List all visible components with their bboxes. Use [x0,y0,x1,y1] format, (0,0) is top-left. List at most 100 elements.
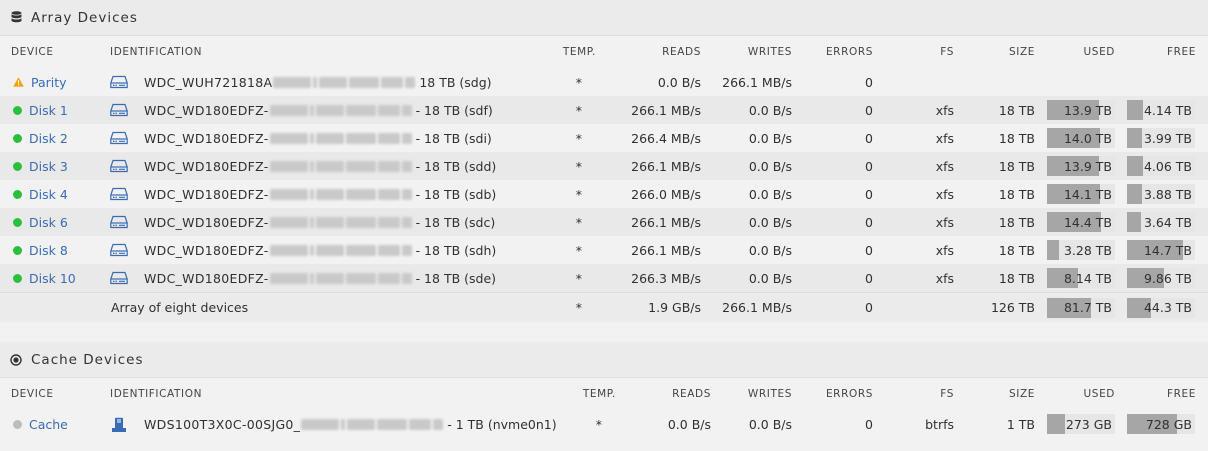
free-cell: 728 GB [1127,410,1195,438]
device-link[interactable]: Parity [31,75,67,90]
device-model: WDC_WD180EDFZ- [144,158,269,174]
fs-cell: xfs [935,158,954,174]
device-size-id: 18 TB (sdg) [419,74,492,90]
redacted-serial [315,160,344,172]
free-value: 4.14 TB [1143,102,1192,118]
used-bar-fill [1047,414,1066,434]
warning-icon [13,77,24,87]
status-dot-icon [13,161,22,171]
device-link[interactable]: Disk 4 [29,187,68,202]
col-reads[interactable]: READS [672,378,711,410]
temp-cell: * [575,214,582,230]
device-link[interactable]: Cache [29,417,68,432]
free-bar-fill [1127,156,1143,176]
device-cell: Disk 8 [13,236,68,264]
col-errors[interactable]: ERRORS [826,36,873,68]
col-temp[interactable]: TEMP. [563,36,596,68]
device-link[interactable]: Disk 2 [29,131,68,146]
total-temp: * [575,300,582,315]
col-device[interactable]: DEVICE [11,378,54,410]
free-value: 4.06 TB [1143,158,1192,174]
device-size-id: - 18 TB (sdi) [415,130,492,146]
hard-drive-icon[interactable] [110,271,128,285]
device-link[interactable]: Disk 10 [29,271,76,286]
redacted-serial [269,188,308,200]
redacted-serial [273,76,312,88]
col-free[interactable]: FREE [1167,378,1196,410]
col-identification[interactable]: IDENTIFICATION [110,378,202,410]
device-size-id: - 18 TB (sdb) [415,186,497,202]
redacted-serial [345,188,376,200]
device-link[interactable]: Disk 6 [29,215,68,230]
redacted-serial [345,160,376,172]
device-link[interactable]: Disk 3 [29,159,68,174]
col-used[interactable]: USED [1084,378,1115,410]
device-model: WDC_WD180EDFZ- [144,214,269,230]
status-dot-icon [13,273,22,283]
total-errors: 0 [865,300,873,315]
temp-cell: * [575,130,582,146]
col-errors[interactable]: ERRORS [826,378,873,410]
identification-cell: WDC_WD180EDFZ- - 18 TB (sde) [110,264,496,292]
free-value: 728 GB [1145,416,1192,432]
hard-drive-icon[interactable] [110,75,128,89]
device-model: WDC_WD180EDFZ- [144,102,269,118]
array-devices-title: Array Devices [0,0,1208,36]
redacted-serial [301,418,340,430]
col-size[interactable]: SIZE [1009,36,1035,68]
device-size-id: - 18 TB (sdc) [415,214,496,230]
reads-cell: 0.0 B/s [657,74,701,90]
device-size-id: - 18 TB (sdf) [415,102,493,118]
col-free[interactable]: FREE [1167,36,1196,68]
used-value: 14.4 TB [1063,214,1112,230]
hard-drive-icon[interactable] [110,187,128,201]
col-size[interactable]: SIZE [1009,378,1035,410]
hard-drive-icon[interactable] [110,159,128,173]
redacted-serial [309,244,314,256]
redacted-serial [381,76,404,88]
used-cell: 13.9 TB [1047,152,1115,180]
size-cell: 18 TB [998,186,1035,202]
status-dot-icon [13,105,22,115]
used-value: 13.9 TB [1063,158,1112,174]
redacted-serial [315,104,344,116]
reads-cell: 266.0 MB/s [631,186,701,202]
size-cell: 18 TB [998,158,1035,174]
hard-drive-icon[interactable] [110,103,128,117]
col-fs[interactable]: FS [940,378,954,410]
cache-header-row: DEVICE IDENTIFICATION TEMP. READS WRITES… [0,378,1208,410]
redacted-serial [269,160,308,172]
col-device[interactable]: DEVICE [11,36,54,68]
free-value: 3.64 TB [1143,214,1192,230]
hard-drive-icon[interactable] [110,243,128,257]
used-value: 13.9 TB [1063,102,1112,118]
redacted-serial [405,76,416,88]
writes-cell: 0.0 B/s [748,186,792,202]
temp-cell: * [575,158,582,174]
redacted-serial [401,272,412,284]
status-dot-icon [13,189,22,199]
fs-cell: xfs [935,270,954,286]
device-link[interactable]: Disk 8 [29,243,68,258]
col-writes[interactable]: WRITES [748,36,792,68]
col-reads[interactable]: READS [662,36,701,68]
temp-cell: * [595,416,602,432]
col-identification[interactable]: IDENTIFICATION [110,36,202,68]
col-used[interactable]: USED [1084,36,1115,68]
device-model: WDC_WD180EDFZ- [144,186,269,202]
reads-cell: 266.1 MB/s [631,214,701,230]
col-writes[interactable]: WRITES [748,378,792,410]
hard-drive-icon[interactable] [110,215,128,229]
nvme-drive-icon[interactable] [110,417,128,432]
identification-cell: WDC_WUH721818A 18 TB (sdg) [110,68,492,96]
used-cell: 273 GB [1047,410,1115,438]
total-size: 126 TB [990,300,1035,315]
hard-drive-icon[interactable] [110,131,128,145]
col-fs[interactable]: FS [940,36,954,68]
redacted-serial [377,188,400,200]
col-temp[interactable]: TEMP. [583,378,616,410]
free-value: 14.7 TB [1143,242,1192,258]
free-bar-fill [1127,212,1141,232]
status-dot-icon [13,419,22,429]
device-link[interactable]: Disk 1 [29,103,68,118]
